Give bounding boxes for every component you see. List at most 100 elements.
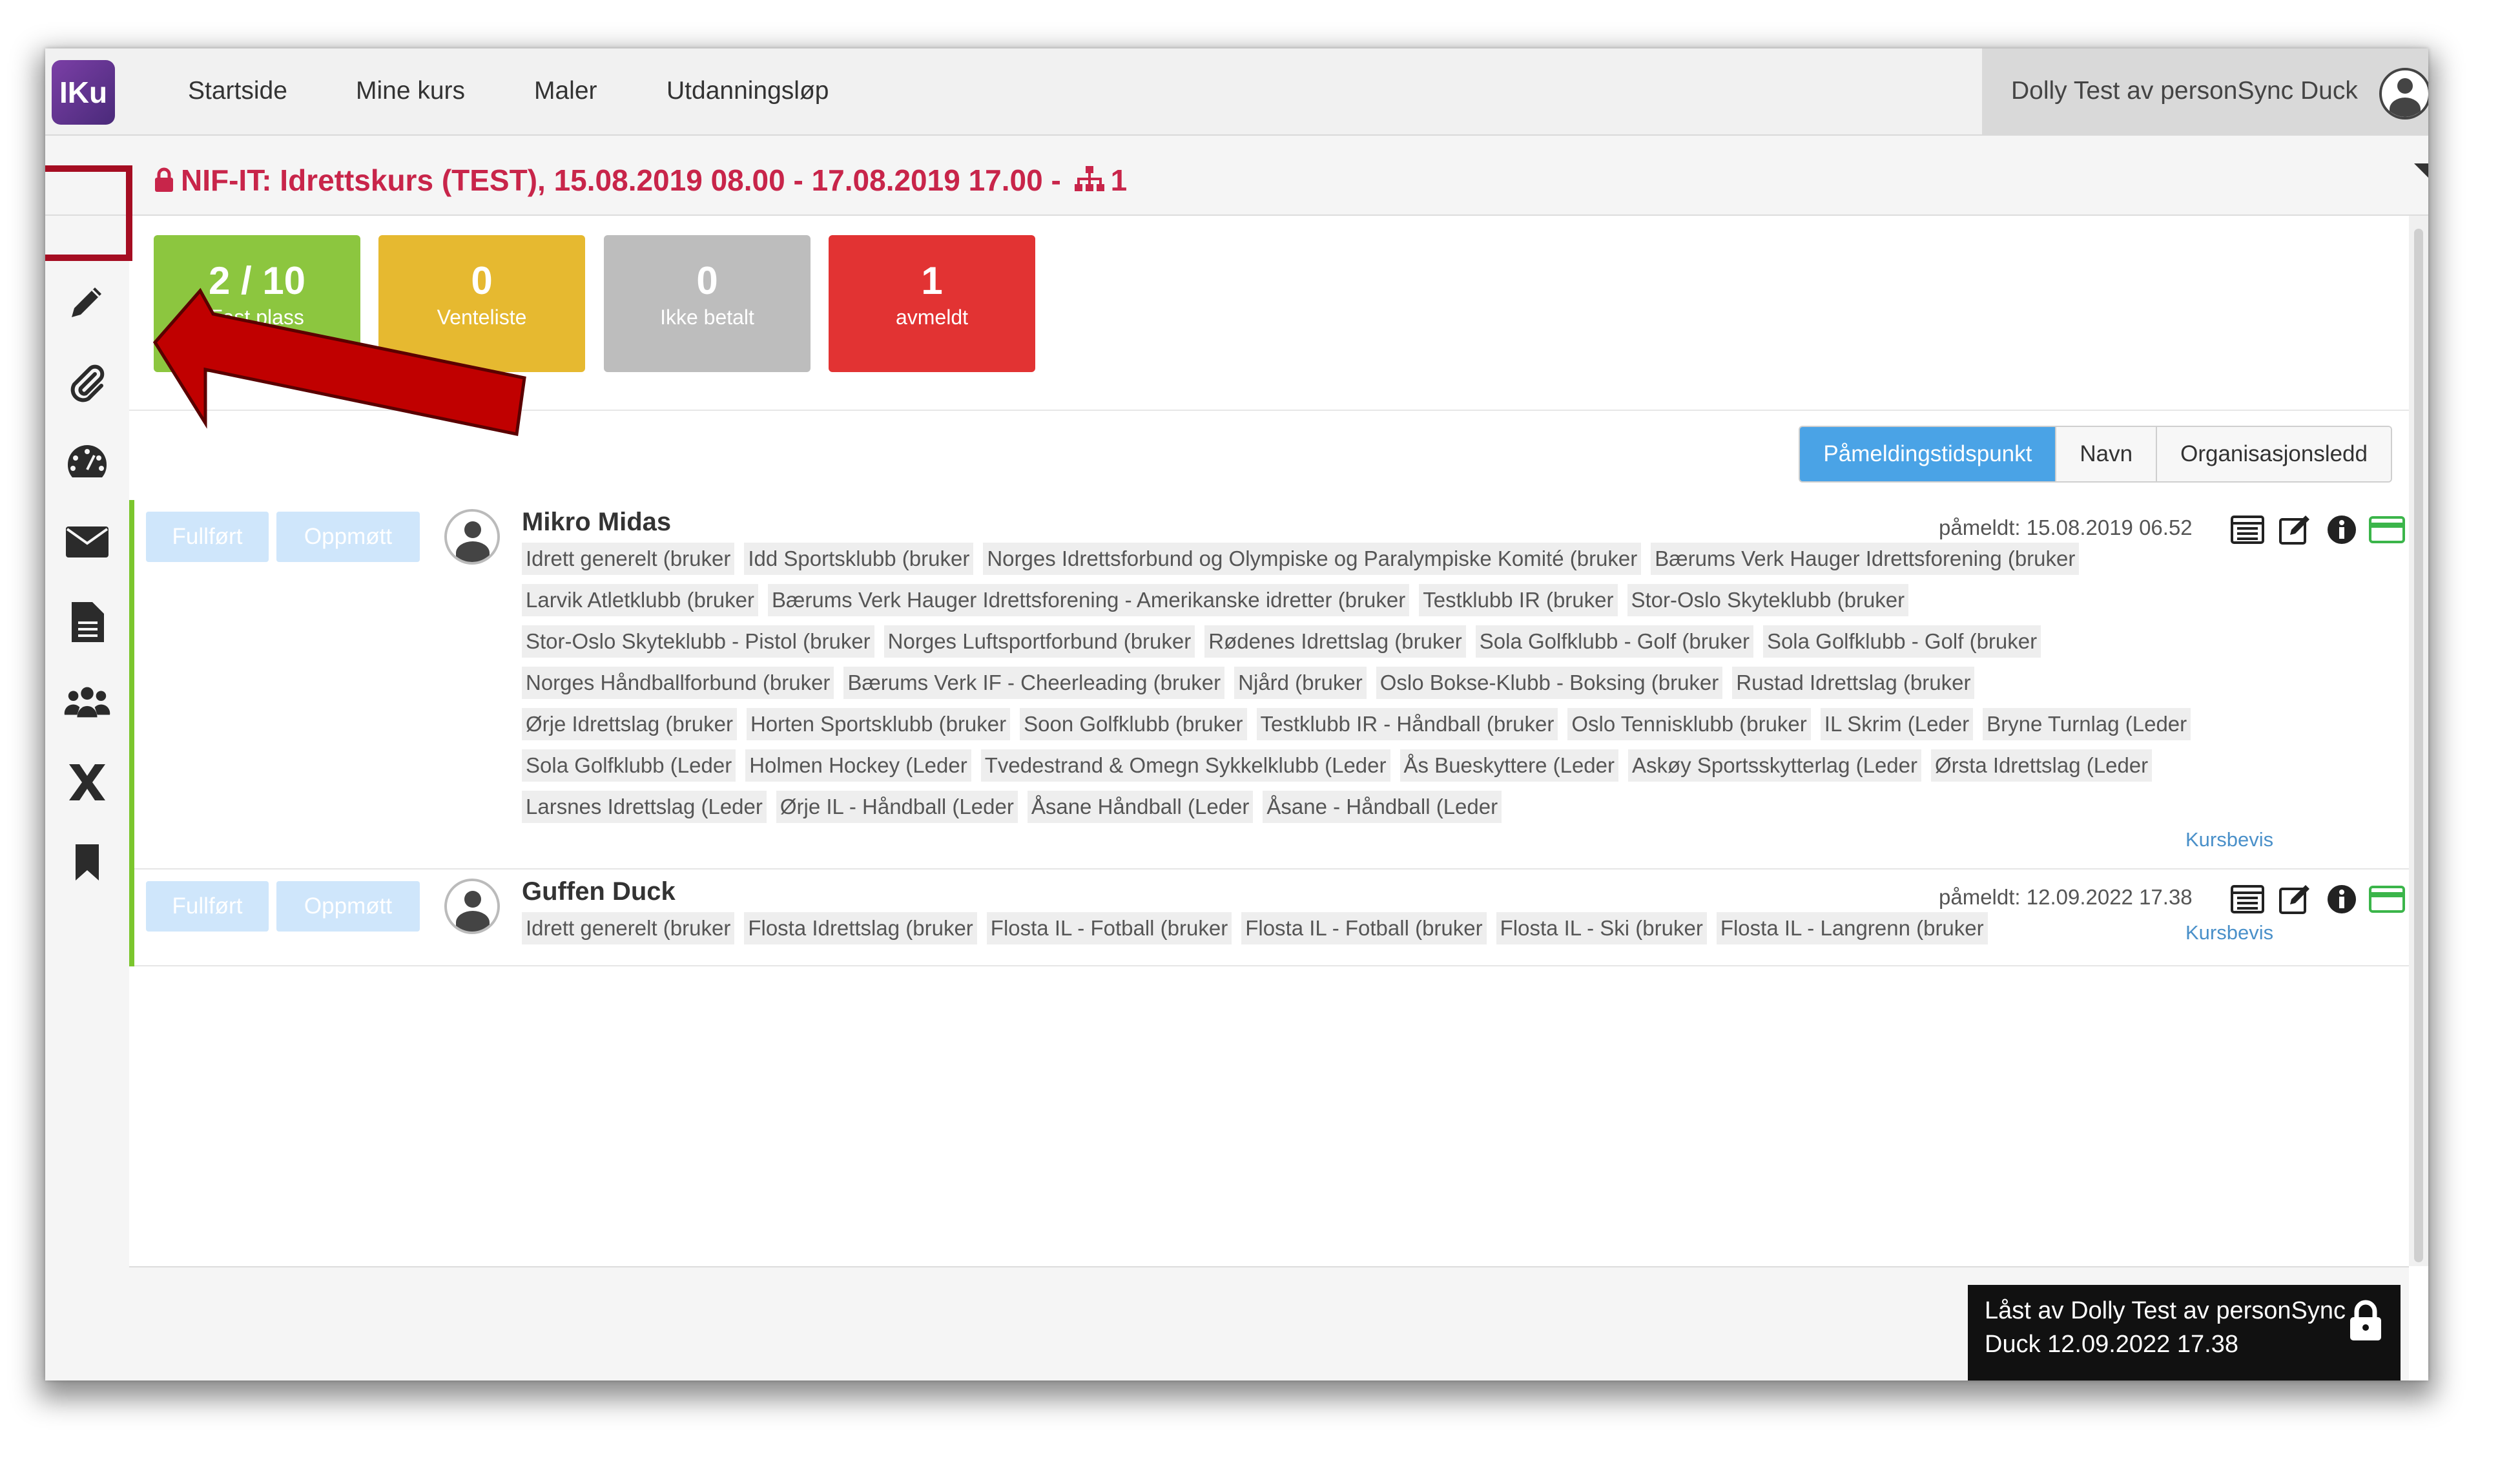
stat-avmeldt[interactable]: 1 avmeldt [829, 235, 1035, 372]
pencil-icon[interactable] [63, 278, 111, 326]
stat-ikke-betalt-label: Ikke betalt [660, 306, 754, 329]
edit-icon[interactable] [2277, 881, 2313, 917]
envelope-icon[interactable] [63, 518, 111, 566]
payment-card-icon[interactable] [2369, 881, 2405, 917]
course-title: NIF-IT: Idrettskurs (TEST), 15.08.2019 0… [154, 163, 1127, 200]
edit-icon[interactable] [2277, 512, 2313, 548]
participant-name[interactable]: Guffen Duck [522, 877, 676, 906]
participant-avatar-icon [444, 509, 500, 565]
user-menu[interactable]: Dolly Test av personSync Duck [1982, 48, 2428, 134]
paperclip-icon[interactable] [63, 358, 111, 406]
oppmott-button[interactable]: Oppmøtt [276, 881, 420, 932]
sort-organisasjonsledd[interactable]: Organisasjonsledd [2156, 427, 2391, 481]
collapse-caret-icon[interactable] [2414, 163, 2428, 178]
org-tag: Testklubb IR (bruker [1419, 584, 1618, 616]
stat-fast-plass-value: 2 / 10 [208, 259, 306, 302]
org-tag: Bærums Verk IF - Cheerleading (bruker [843, 667, 1225, 699]
payment-card-icon[interactable] [2369, 512, 2405, 548]
org-tag: Ørje Idrettslag (bruker [522, 708, 737, 740]
participants-panel: 2 / 10 Fast plass 0 Venteliste 0 Ikke be… [129, 216, 2409, 1314]
org-tag: Soon Golfklubb (bruker [1020, 708, 1247, 740]
org-tag: Larvik Atletklubb (bruker [522, 584, 758, 616]
bookmark-icon[interactable] [63, 839, 111, 886]
org-tag: Norges Håndballforbund (bruker [522, 667, 834, 699]
org-tag: Åsane Håndball (Leder [1027, 791, 1254, 823]
org-tag: Ås Bueskyttere (Leder [1399, 749, 1618, 782]
info-icon[interactable] [2324, 881, 2360, 917]
nav-utdanningslop[interactable]: Utdanningsløp [666, 77, 829, 105]
document-icon[interactable] [63, 598, 111, 646]
list-icon[interactable] [2229, 881, 2266, 917]
org-tag: Idrett generelt (bruker [522, 543, 735, 575]
scrollbar-thumb[interactable] [2414, 229, 2423, 1262]
org-tag: Rødenes Idrettslag (bruker [1204, 625, 1466, 658]
kursbevis-link[interactable]: Kursbevis [2185, 828, 2273, 851]
sort-navn[interactable]: Navn [2055, 427, 2156, 481]
nav-mine-kurs[interactable]: Mine kurs [356, 77, 465, 105]
participant-avatar-icon [444, 879, 500, 934]
org-tag: Holmen Hockey (Leder [745, 749, 971, 782]
org-tag: Larsnes Idrettslag (Leder [522, 791, 767, 823]
org-tag: Flosta IL - Fotball (bruker [1241, 912, 1487, 944]
group-icon[interactable] [63, 678, 111, 726]
lock-icon [154, 165, 174, 200]
org-tag: Sola Golfklubb - Golf (bruker [1762, 625, 2041, 658]
course-title-bar: NIF-IT: Idrettskurs (TEST), 15.08.2019 0… [45, 136, 2428, 216]
stat-fast-plass-label: Fast plass [210, 306, 304, 329]
excel-icon[interactable] [63, 758, 111, 806]
padlock-icon [2348, 1299, 2384, 1345]
org-tree-icon [1073, 165, 1106, 200]
fullfort-button[interactable]: Fullført [146, 512, 269, 562]
nav-maler[interactable]: Maler [534, 77, 597, 105]
app-logo[interactable]: IKu [52, 60, 115, 125]
app-window: IKu Startside Mine kurs Maler Utdannings… [45, 48, 2428, 1380]
info-icon[interactable] [2324, 512, 2360, 548]
org-tag: Horten Sportsklubb (bruker [746, 708, 1011, 740]
stat-venteliste-value: 0 [471, 259, 493, 302]
top-navbar: IKu Startside Mine kurs Maler Utdannings… [45, 48, 2428, 136]
org-tag: Idrett generelt (bruker [522, 912, 735, 944]
participant-row: Fullført Oppmøtt Guffen Duck Idrett gene… [129, 870, 2409, 966]
kursbevis-link[interactable]: Kursbevis [2185, 921, 2273, 944]
registered-time: påmeldt: 15.08.2019 06.52 [1939, 516, 2193, 539]
org-tag: Njård (bruker [1234, 667, 1367, 699]
org-tag: Norges Luftsportforbund (bruker [883, 625, 1195, 658]
org-tag: Flosta Idrettslag (bruker [744, 912, 977, 944]
org-tag: Åsane - Håndball (Leder [1263, 791, 1502, 823]
org-tag: Ørje IL - Håndball (Leder [776, 791, 1018, 823]
nav-startside[interactable]: Startside [188, 77, 287, 105]
stat-ikke-betalt-value: 0 [696, 259, 718, 302]
participant-tags: Idrett generelt (bruker Idd Sportsklubb (… [522, 543, 2201, 832]
user-avatar-icon [2379, 68, 2428, 120]
stat-venteliste-label: Venteliste [437, 306, 527, 329]
org-tag: Flosta IL - Langrenn (bruker [1716, 912, 1988, 944]
list-icon[interactable] [2229, 512, 2266, 548]
org-tag: Idd Sportsklubb (bruker [744, 543, 974, 575]
org-tag: Flosta IL - Fotball (bruker [986, 912, 1232, 944]
sort-paameldingstidspunkt[interactable]: Påmeldingstidspunkt [1800, 427, 2056, 481]
divider [129, 410, 2409, 411]
org-tag: Flosta IL - Ski (bruker [1496, 912, 1707, 944]
stat-ikke-betalt[interactable]: 0 Ikke betalt [604, 235, 811, 372]
stat-avmeldt-label: avmeldt [895, 306, 969, 329]
stat-venteliste[interactable]: 0 Venteliste [378, 235, 585, 372]
org-count: 1 [1110, 163, 1128, 197]
participant-row: Fullført Oppmøtt Mikro Midas Idrett gene… [129, 500, 2409, 870]
user-name: Dolly Test av personSync Duck [2011, 77, 2358, 105]
org-tag: Askøy Sportsskytterlag (Leder [1628, 749, 1921, 782]
org-tag: Norges Idrettsforbund og Olympiske og Pa… [983, 543, 1642, 575]
oppmott-button[interactable]: Oppmøtt [276, 512, 420, 562]
fullfort-button[interactable]: Fullført [146, 881, 269, 932]
vertical-scrollbar[interactable] [2409, 216, 2428, 1266]
participant-name[interactable]: Mikro Midas [522, 508, 671, 537]
stat-fast-plass[interactable]: 2 / 10 Fast plass [154, 235, 360, 372]
registered-time: påmeldt: 12.09.2022 17.38 [1939, 885, 2193, 909]
sort-button-group: Påmeldingstidspunkt Navn Organisasjonsle… [1799, 426, 2392, 483]
org-tag: Rustad Idrettslag (bruker [1732, 667, 1975, 699]
dashboard-icon[interactable] [63, 438, 111, 486]
stat-avmeldt-value: 1 [921, 259, 943, 302]
lock-notice-text: Låst av Dolly Test av personSync Duck 12… [1985, 1297, 2346, 1358]
course-title-text: NIF-IT: Idrettskurs (TEST), 15.08.2019 0… [181, 163, 1061, 197]
participant-tags: Idrett generelt (bruker Flosta Idrettslag… [522, 912, 2201, 953]
org-tag: Bærums Verk Hauger Idrettsforening (bruk… [1651, 543, 2080, 575]
